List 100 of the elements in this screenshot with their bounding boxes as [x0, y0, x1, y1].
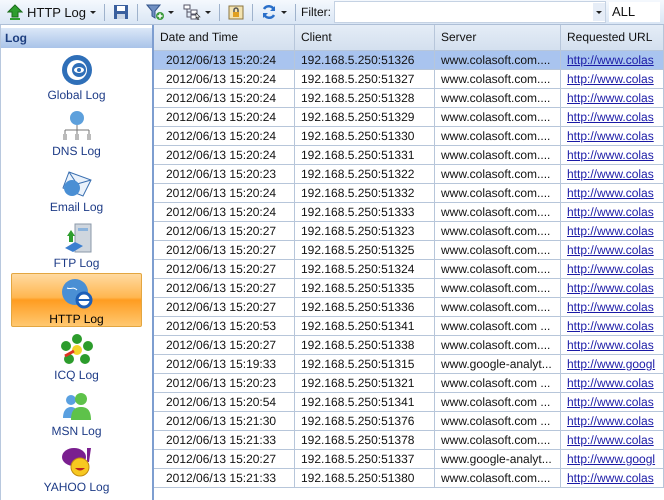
table-cell: 192.168.5.250:51337: [295, 450, 435, 469]
table-row[interactable]: 2012/06/13 15:20:24 192.168.5.250:51326 www.colasoft.com.... http://www.colas: [154, 51, 664, 70]
column-header[interactable]: Client: [295, 25, 435, 51]
table-cell: 2012/06/13 15:20:27: [154, 298, 295, 317]
url-link[interactable]: http://www.colas: [561, 431, 664, 450]
table-cell: www.colasoft.com....: [435, 89, 561, 108]
column-header[interactable]: Requested URL: [561, 25, 664, 51]
caret-icon: [596, 10, 602, 14]
table-cell: 2012/06/13 15:20:23: [154, 165, 295, 184]
table-cell: www.colasoft.com....: [435, 165, 561, 184]
log-type-item[interactable]: FTP Log: [11, 217, 142, 271]
url-link[interactable]: http://www.colas: [561, 260, 664, 279]
url-link[interactable]: http://www.colas: [561, 241, 664, 260]
table-row[interactable]: 2012/06/13 15:20:27 192.168.5.250:51325 www.colasoft.com.... http://www.colas: [154, 241, 664, 260]
table-row[interactable]: 2012/06/13 15:20:23 192.168.5.250:51321 www.colasoft.com ... http://www.colas: [154, 374, 664, 393]
table-cell: 2012/06/13 15:21:33: [154, 431, 295, 450]
table-row[interactable]: 2012/06/13 15:20:53 192.168.5.250:51341 www.colasoft.com ... http://www.colas: [154, 317, 664, 336]
table-row[interactable]: 2012/06/13 15:21:33 192.168.5.250:51378 www.colasoft.com.... http://www.colas: [154, 431, 664, 450]
table-row[interactable]: 2012/06/13 15:20:24 192.168.5.250:51333 www.colasoft.com.... http://www.colas: [154, 203, 664, 222]
table-cell: 192.168.5.250:51333: [295, 203, 435, 222]
url-link[interactable]: http://www.colas: [561, 89, 664, 108]
log-type-item[interactable]: ICQ Log: [11, 329, 142, 383]
url-link[interactable]: http://www.googl: [561, 450, 664, 469]
url-link[interactable]: http://www.googl: [561, 355, 664, 374]
table-row[interactable]: 2012/06/13 15:20:23 192.168.5.250:51322 www.colasoft.com.... http://www.colas: [154, 165, 664, 184]
lock-icon: [228, 4, 244, 20]
panel-header: Log: [1, 28, 152, 48]
table-cell: 192.168.5.250:51332: [295, 184, 435, 203]
table-cell: www.colasoft.com ...: [435, 374, 561, 393]
log-type-item[interactable]: DNS Log: [11, 105, 142, 159]
url-link[interactable]: http://www.colas: [561, 184, 664, 203]
log-type-item[interactable]: MSN Log: [11, 385, 142, 439]
dropdown-button[interactable]: [593, 3, 606, 21]
filter-field[interactable]: [334, 1, 606, 23]
table-cell: 192.168.5.250:51341: [295, 393, 435, 412]
table-row[interactable]: 2012/06/13 15:20:27 192.168.5.250:51336 www.colasoft.com.... http://www.colas: [154, 298, 664, 317]
http-log-icon: [60, 278, 92, 310]
url-link[interactable]: http://www.colas: [561, 127, 664, 146]
table-cell: www.colasoft.com ...: [435, 393, 561, 412]
url-link[interactable]: http://www.colas: [561, 393, 664, 412]
log-type-item[interactable]: YAHOO Log: [11, 441, 142, 495]
log-type-item[interactable]: Global Log: [11, 49, 142, 103]
table-row[interactable]: 2012/06/13 15:20:27 192.168.5.250:51323 www.colasoft.com.... http://www.colas: [154, 222, 664, 241]
tree-icon: [183, 4, 202, 20]
table-cell: 192.168.5.250:51322: [295, 165, 435, 184]
table-cell: www.colasoft.com....: [435, 336, 561, 355]
table-row[interactable]: 2012/06/13 15:20:27 192.168.5.250:51338 www.colasoft.com.... http://www.colas: [154, 336, 664, 355]
table-cell: 2012/06/13 15:20:24: [154, 184, 295, 203]
table-row[interactable]: 2012/06/13 15:20:24 192.168.5.250:51331 www.colasoft.com.... http://www.colas: [154, 146, 664, 165]
table-cell: 192.168.5.250:51330: [295, 127, 435, 146]
log-menu-button[interactable]: HTTP Log: [4, 1, 100, 23]
column-header[interactable]: Date and Time: [154, 25, 295, 51]
table-cell: www.colasoft.com....: [435, 108, 561, 127]
scope-field[interactable]: ALL: [609, 2, 660, 22]
log-type-item[interactable]: Email Log: [11, 161, 142, 215]
url-link[interactable]: http://www.colas: [561, 203, 664, 222]
table-cell: 192.168.5.250:51376: [295, 412, 435, 431]
table-cell: 2012/06/13 15:20:27: [154, 450, 295, 469]
url-link[interactable]: http://www.colas: [561, 469, 664, 488]
table-row[interactable]: 2012/06/13 15:20:27 192.168.5.250:51324 www.colasoft.com.... http://www.colas: [154, 260, 664, 279]
table-cell: 192.168.5.250:51325: [295, 241, 435, 260]
caret-icon: [205, 10, 212, 14]
url-link[interactable]: http://www.colas: [561, 298, 664, 317]
table-cell: 2012/06/13 15:21:33: [154, 469, 295, 488]
url-link[interactable]: http://www.colas: [561, 108, 664, 127]
table-cell: 2012/06/13 15:20:24: [154, 146, 295, 165]
table-cell: www.colasoft.com....: [435, 279, 561, 298]
url-link[interactable]: http://www.colas: [561, 336, 664, 355]
table-cell: 2012/06/13 15:20:24: [154, 89, 295, 108]
table-row[interactable]: 2012/06/13 15:20:24 192.168.5.250:51327 www.colasoft.com.... http://www.colas: [154, 70, 664, 89]
url-link[interactable]: http://www.colas: [561, 374, 664, 393]
table-cell: www.colasoft.com....: [435, 431, 561, 450]
url-link[interactable]: http://www.colas: [561, 165, 664, 184]
table-cell: 2012/06/13 15:20:27: [154, 279, 295, 298]
url-link[interactable]: http://www.colas: [561, 51, 664, 70]
log-type-item[interactable]: HTTP Log: [11, 273, 142, 327]
table-row[interactable]: 2012/06/13 15:20:27 192.168.5.250:51335 www.colasoft.com.... http://www.colas: [154, 279, 664, 298]
table-row[interactable]: 2012/06/13 15:20:27 192.168.5.250:51337 www.google-analyt... http://www.googl: [154, 450, 664, 469]
table-row[interactable]: 2012/06/13 15:20:54 192.168.5.250:51341 www.colasoft.com ... http://www.colas: [154, 393, 664, 412]
url-link[interactable]: http://www.colas: [561, 222, 664, 241]
table-row[interactable]: 2012/06/13 15:19:33 192.168.5.250:51315 www.google-analyt... http://www.googl: [154, 355, 664, 374]
table-cell: 192.168.5.250:51327: [295, 70, 435, 89]
column-header[interactable]: Server: [435, 25, 561, 51]
url-link[interactable]: http://www.colas: [561, 412, 664, 431]
table-cell: www.colasoft.com....: [435, 260, 561, 279]
url-link[interactable]: http://www.colas: [561, 146, 664, 165]
url-link[interactable]: http://www.colas: [561, 70, 664, 89]
table-row[interactable]: 2012/06/13 15:20:24 192.168.5.250:51332 www.colasoft.com.... http://www.colas: [154, 184, 664, 203]
caret-icon: [281, 10, 288, 14]
url-link[interactable]: http://www.colas: [561, 279, 664, 298]
table-row[interactable]: 2012/06/13 15:21:30 192.168.5.250:51376 www.colasoft.com ... http://www.colas: [154, 412, 664, 431]
table-row[interactable]: 2012/06/13 15:21:33 192.168.5.250:51380 www.colasoft.com.... http://www.colas: [154, 469, 664, 488]
table-row[interactable]: 2012/06/13 15:20:24 192.168.5.250:51328 www.colasoft.com.... http://www.colas: [154, 89, 664, 108]
url-link[interactable]: http://www.colas: [561, 317, 664, 336]
table-cell: 192.168.5.250:51326: [295, 51, 435, 70]
table-cell: 2012/06/13 15:20:24: [154, 203, 295, 222]
table-row[interactable]: 2012/06/13 15:20:24 192.168.5.250:51330 www.colasoft.com.... http://www.colas: [154, 127, 664, 146]
table-row[interactable]: 2012/06/13 15:20:24 192.168.5.250:51329 www.colasoft.com.... http://www.colas: [154, 108, 664, 127]
table-cell: 2012/06/13 15:20:24: [154, 51, 295, 70]
table-cell: 2012/06/13 15:21:30: [154, 412, 295, 431]
